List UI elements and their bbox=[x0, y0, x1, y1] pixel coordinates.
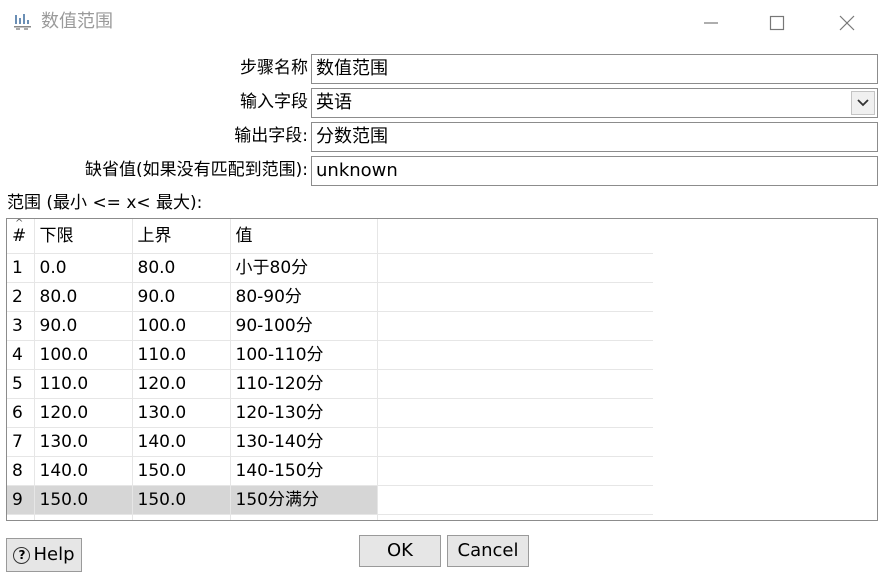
question-circle-icon: ? bbox=[13, 546, 31, 564]
step-name-input[interactable]: 数值范围 bbox=[311, 54, 878, 84]
input-field-value: 英语 bbox=[316, 92, 352, 113]
output-field-label: 输出字段: bbox=[234, 126, 308, 146]
lower-bound-cell[interactable]: 110.0 bbox=[34, 369, 133, 399]
upper-bound-cell[interactable]: 150.0 bbox=[132, 456, 231, 486]
range-table[interactable]: ^ # 下限 上界 值 1 0.0 80.0 小于80分 2 80.0 90.0 80-90分… bbox=[6, 218, 878, 521]
default-value-input[interactable]: unknown bbox=[311, 156, 878, 186]
window-title: 数值范围 bbox=[41, 11, 113, 32]
empty-cell[interactable] bbox=[132, 514, 231, 520]
minimize-icon bbox=[704, 21, 718, 24]
value-cell[interactable]: 80-90分 bbox=[230, 282, 378, 312]
table-row[interactable]: 8 140.0 150.0 140-150分 bbox=[7, 456, 653, 486]
empty-table-row[interactable] bbox=[7, 514, 653, 520]
maximize-button[interactable] bbox=[742, 0, 812, 45]
column-header-upper[interactable]: 上界 bbox=[132, 219, 231, 254]
empty-cell bbox=[377, 514, 653, 520]
help-button[interactable]: ? Help bbox=[6, 538, 82, 572]
lower-bound-cell[interactable]: 100.0 bbox=[34, 340, 133, 370]
step-name-label: 步骤名称 bbox=[240, 58, 308, 78]
value-cell[interactable]: 140-150分 bbox=[230, 456, 378, 486]
row-filler-cell bbox=[377, 427, 653, 457]
cancel-button[interactable]: Cancel bbox=[447, 535, 529, 567]
input-field-select[interactable]: 英语 bbox=[311, 88, 878, 118]
minimize-button[interactable] bbox=[676, 0, 746, 45]
table-row[interactable]: 1 0.0 80.0 小于80分 bbox=[7, 253, 653, 283]
upper-bound-cell[interactable]: 110.0 bbox=[132, 340, 231, 370]
default-value-label: 缺省值(如果没有匹配到范围): bbox=[85, 160, 308, 180]
table-header-row: ^ # 下限 上界 值 bbox=[7, 219, 653, 254]
row-filler-cell bbox=[377, 340, 653, 370]
upper-bound-cell[interactable]: 80.0 bbox=[132, 253, 231, 283]
row-index-cell[interactable]: 7 bbox=[7, 427, 35, 457]
table-row[interactable]: 7 130.0 140.0 130-140分 bbox=[7, 427, 653, 457]
table-row[interactable]: 4 100.0 110.0 100-110分 bbox=[7, 340, 653, 370]
column-header-index[interactable]: ^ # bbox=[7, 218, 35, 254]
close-icon bbox=[839, 15, 855, 30]
value-cell[interactable]: 90-100分 bbox=[230, 311, 378, 341]
row-index-cell[interactable]: 8 bbox=[7, 456, 35, 486]
row-filler-cell bbox=[377, 282, 653, 312]
maximize-icon bbox=[769, 15, 785, 30]
row-index-cell[interactable]: 5 bbox=[7, 369, 35, 399]
column-header-filler bbox=[377, 219, 653, 254]
help-label: Help bbox=[33, 544, 75, 565]
upper-bound-cell[interactable]: 120.0 bbox=[132, 369, 231, 399]
column-header-lower[interactable]: 下限 bbox=[34, 219, 133, 254]
input-field-label: 输入字段 bbox=[240, 92, 308, 112]
row-filler-cell bbox=[377, 456, 653, 486]
lower-bound-cell[interactable]: 130.0 bbox=[34, 427, 133, 457]
value-cell[interactable]: 120-130分 bbox=[230, 398, 378, 428]
dropdown-button[interactable] bbox=[851, 91, 875, 115]
value-cell[interactable]: 150分满分 bbox=[230, 485, 378, 515]
row-index-cell[interactable]: 1 bbox=[7, 253, 35, 283]
value-cell[interactable]: 110-120分 bbox=[230, 369, 378, 399]
empty-cell[interactable] bbox=[230, 514, 378, 520]
empty-cell[interactable] bbox=[7, 514, 35, 520]
table-row[interactable]: 5 110.0 120.0 110-120分 bbox=[7, 369, 653, 399]
upper-bound-cell[interactable]: 150.0 bbox=[132, 485, 231, 515]
row-filler-cell bbox=[377, 369, 653, 399]
empty-cell[interactable] bbox=[34, 514, 133, 520]
row-filler-cell bbox=[377, 253, 653, 283]
lower-bound-cell[interactable]: 90.0 bbox=[34, 311, 133, 341]
value-cell[interactable]: 130-140分 bbox=[230, 427, 378, 457]
upper-bound-cell[interactable]: 130.0 bbox=[132, 398, 231, 428]
table-row[interactable]: 6 120.0 130.0 120-130分 bbox=[7, 398, 653, 428]
upper-bound-cell[interactable]: 140.0 bbox=[132, 427, 231, 457]
column-header-value[interactable]: 值 bbox=[230, 219, 378, 254]
title-bar: 数值范围 bbox=[0, 0, 880, 45]
lower-bound-cell[interactable]: 0.0 bbox=[34, 253, 133, 283]
lower-bound-cell[interactable]: 140.0 bbox=[34, 456, 133, 486]
output-field-input[interactable]: 分数范围 bbox=[311, 122, 878, 152]
table-row[interactable]: 9 150.0 150.0 150分满分 bbox=[7, 485, 653, 515]
lower-bound-cell[interactable]: 80.0 bbox=[34, 282, 133, 312]
value-cell[interactable]: 100-110分 bbox=[230, 340, 378, 370]
value-cell[interactable]: 小于80分 bbox=[230, 253, 378, 283]
upper-bound-cell[interactable]: 90.0 bbox=[132, 282, 231, 312]
row-index-cell[interactable]: 3 bbox=[7, 311, 35, 341]
app-step-icon bbox=[14, 14, 31, 30]
lower-bound-cell[interactable]: 120.0 bbox=[34, 398, 133, 428]
range-table-caption: 范围 (最小 <= x< 最大): bbox=[7, 193, 203, 213]
chevron-down-icon bbox=[857, 99, 869, 107]
row-filler-cell bbox=[377, 311, 653, 341]
upper-bound-cell[interactable]: 100.0 bbox=[132, 311, 231, 341]
row-filler-cell bbox=[377, 485, 653, 515]
row-index-cell[interactable]: 2 bbox=[7, 282, 35, 312]
table-row[interactable]: 3 90.0 100.0 90-100分 bbox=[7, 311, 653, 341]
lower-bound-cell[interactable]: 150.0 bbox=[34, 485, 133, 515]
row-index-cell[interactable]: 4 bbox=[7, 340, 35, 370]
table-row[interactable]: 2 80.0 90.0 80-90分 bbox=[7, 282, 653, 312]
row-index-cell[interactable]: 6 bbox=[7, 398, 35, 428]
ok-button[interactable]: OK bbox=[359, 535, 441, 567]
row-filler-cell bbox=[377, 398, 653, 428]
close-button[interactable] bbox=[812, 0, 880, 45]
sort-caret-icon: ^ bbox=[15, 218, 24, 229]
row-index-cell[interactable]: 9 bbox=[7, 485, 35, 515]
